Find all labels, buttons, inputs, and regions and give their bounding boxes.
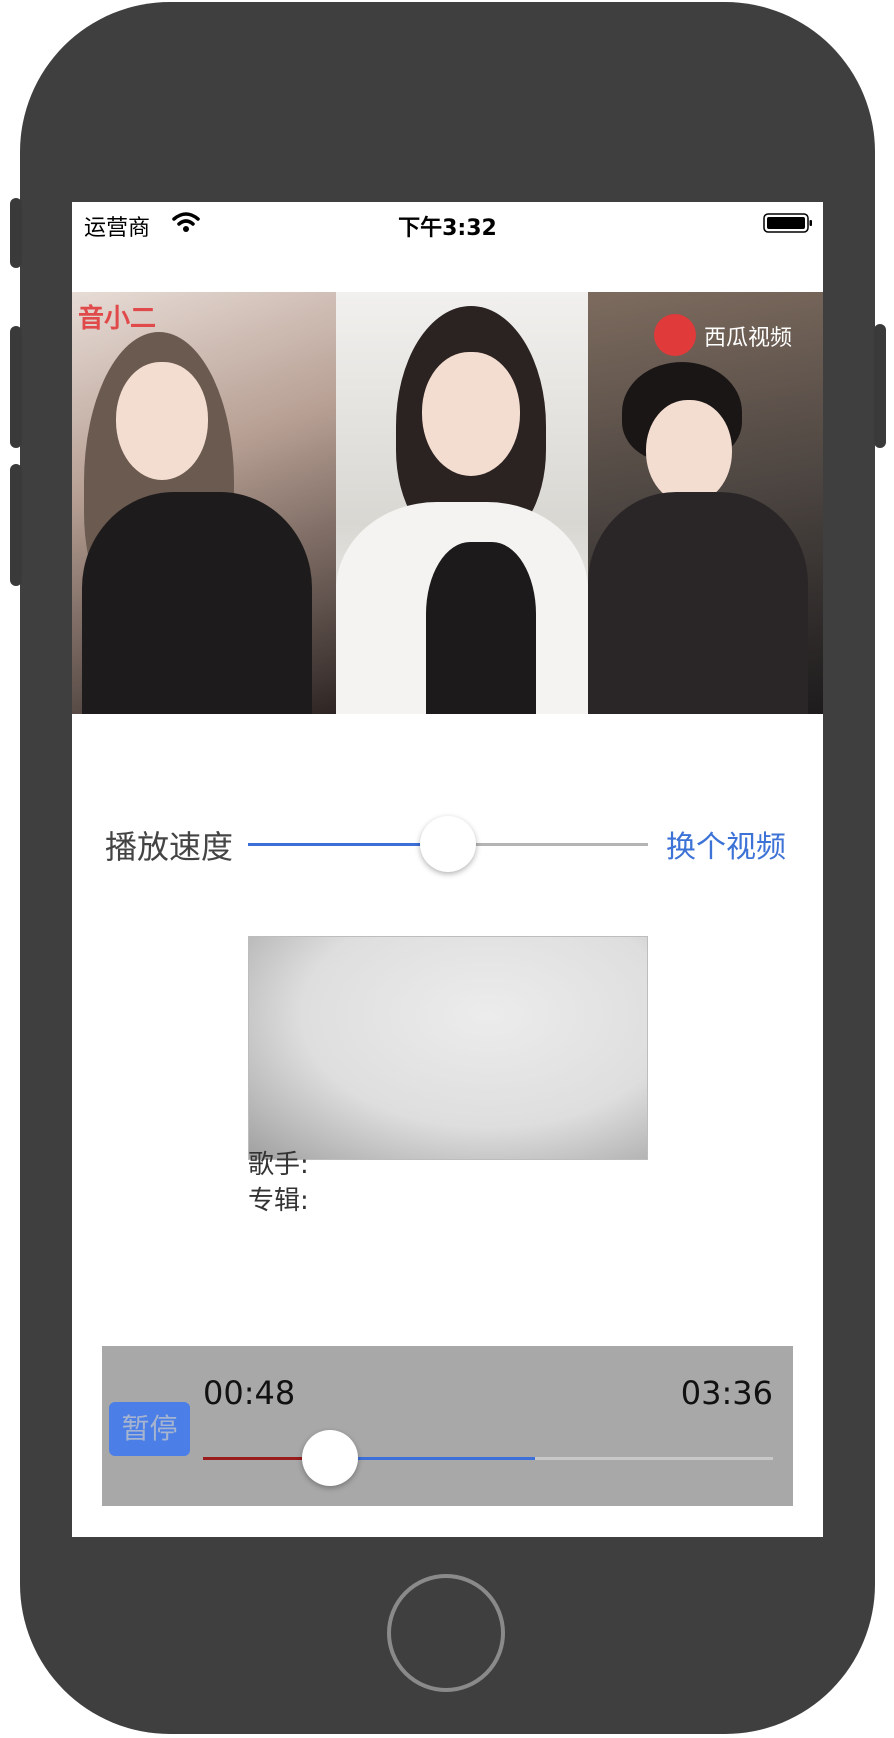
current-time: 00:48 — [203, 1374, 296, 1412]
album-cover — [248, 936, 648, 1160]
banner-logo-right: 西瓜视频 — [704, 326, 793, 351]
video-thumbnail-1[interactable]: 音小二 — [72, 292, 336, 714]
speed-slider-fill — [248, 843, 448, 846]
face-shape — [116, 362, 208, 480]
volume-down-button — [10, 464, 22, 586]
switch-video-button[interactable]: 换个视频 — [666, 822, 786, 866]
progress-thumb[interactable] — [301, 1430, 358, 1486]
album-label: 专辑: — [248, 1186, 309, 1216]
progress-track[interactable] — [203, 1457, 773, 1460]
body-shape — [82, 492, 312, 714]
shirt-shape — [426, 542, 536, 714]
power-button — [874, 324, 886, 448]
body-shape — [588, 492, 808, 714]
face-shape — [422, 352, 520, 476]
speed-label: 播放速度 — [105, 828, 234, 866]
artist-label: 歌手: — [248, 1150, 309, 1180]
home-button[interactable] — [387, 1574, 505, 1692]
volume-up-button — [10, 326, 22, 448]
speed-slider-thumb[interactable] — [420, 816, 476, 872]
player-bar: 暂停 00:48 03:36 — [102, 1346, 793, 1506]
play-logo-icon — [654, 314, 696, 356]
status-time: 下午3:32 — [398, 216, 497, 241]
stage: 运营商 下午3:32 音小二 西瓜视频 播放速度 换个视频 歌手: 专辑: 暂停… — [0, 0, 894, 1738]
pause-button[interactable]: 暂停 — [109, 1402, 190, 1456]
video-thumbnail-3[interactable]: 西瓜视频 — [588, 292, 823, 714]
banner-logo-left: 音小二 — [78, 304, 157, 334]
face-shape — [646, 400, 732, 504]
battery-icon — [763, 213, 812, 233]
total-time: 03:36 — [680, 1374, 773, 1412]
video-thumbnail-2[interactable] — [336, 292, 588, 714]
status-bar: 运营商 下午3:32 — [72, 202, 823, 246]
app-screen: 运营商 下午3:32 音小二 西瓜视频 播放速度 换个视频 歌手: 专辑: 暂停… — [72, 202, 823, 1537]
mute-switch — [10, 198, 22, 268]
video-banner[interactable]: 音小二 西瓜视频 — [72, 292, 823, 714]
